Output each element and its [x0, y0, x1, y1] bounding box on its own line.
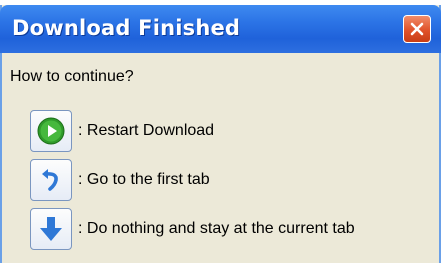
restart-download-label: : Restart Download — [78, 122, 215, 139]
undo-arrow-icon — [42, 169, 58, 191]
question-label: How to continue? — [10, 68, 134, 85]
stay-current-tab-option[interactable]: : Do nothing and stay at the current tab — [30, 208, 355, 250]
close-button[interactable] — [403, 15, 431, 43]
restart-download-option[interactable]: : Restart Download — [30, 110, 214, 152]
download-finished-dialog: Download Finished How to continue? : Res… — [0, 5, 441, 263]
stay-current-tab-label: : Do nothing and stay at the current tab — [78, 220, 355, 237]
title-bar[interactable]: Download Finished — [0, 5, 441, 53]
first-tab-label: : Go to the first tab — [78, 171, 210, 188]
dialog-title: Download Finished — [12, 16, 241, 40]
first-tab-button[interactable] — [30, 159, 72, 201]
stay-current-tab-button[interactable] — [30, 208, 72, 250]
arrow-down-icon — [40, 217, 62, 241]
close-icon — [410, 22, 424, 36]
play-icon — [37, 117, 65, 145]
restart-download-button[interactable] — [30, 110, 72, 152]
first-tab-option[interactable]: : Go to the first tab — [30, 159, 210, 201]
